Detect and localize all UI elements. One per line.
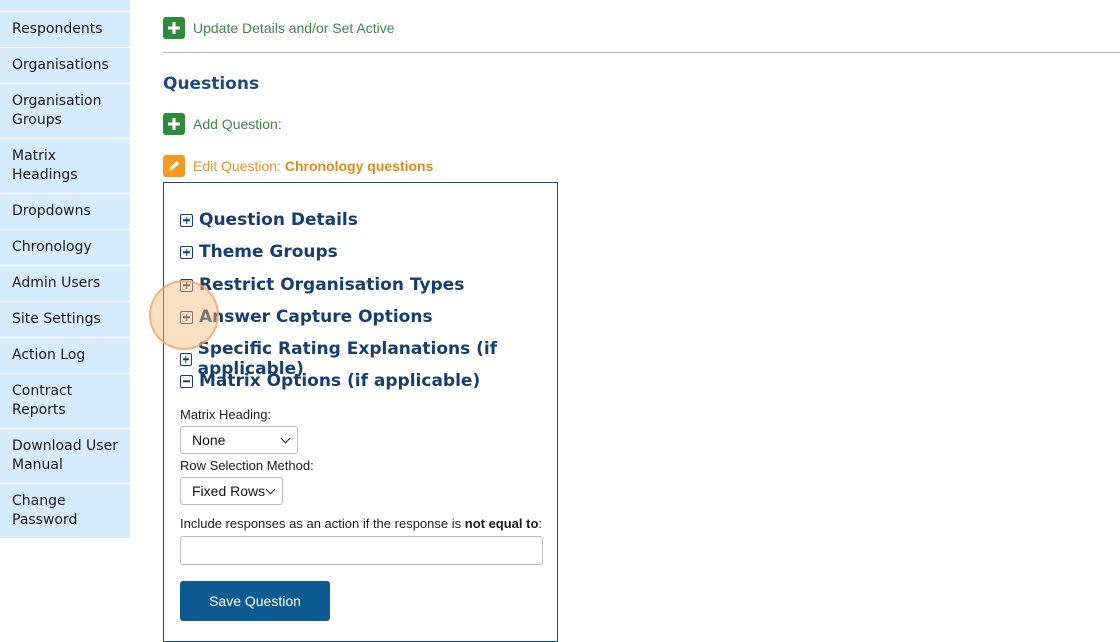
not-equal-to-input[interactable] (180, 536, 543, 565)
sidebar-item-respondents[interactable]: Respondents (0, 12, 130, 48)
sidebar-item-contract-reports[interactable]: Contract Reports (0, 374, 130, 429)
sidebar-item-matrix-headings[interactable]: Matrix Headings (0, 139, 130, 194)
expand-icon (180, 352, 192, 366)
accordion-label: Restrict Organisation Types (199, 275, 465, 295)
expand-icon (180, 278, 193, 292)
sidebar-item-label: Action Log (12, 347, 86, 363)
accordion-matrix-options[interactable]: Matrix Options (if applicable) (180, 371, 480, 391)
add-question-label: Add Question: (193, 116, 282, 132)
matrix-heading-label: Matrix Heading: (180, 407, 272, 422)
include-responses-label: Include responses as an action if the re… (180, 516, 542, 531)
accordion-label: Question Details (199, 210, 358, 230)
matrix-heading-select[interactable]: None (180, 426, 298, 454)
include-responses-bold: not equal to (464, 516, 539, 531)
sidebar-item-label: Admin Users (12, 275, 101, 291)
sidebar-item-label: Chronology (12, 239, 92, 255)
save-question-button[interactable]: Save Question (180, 581, 330, 621)
main-content: Update Details and/or Set Active Questio… (163, 0, 1120, 642)
sidebar-item-admin-users[interactable]: Admin Users (0, 266, 130, 302)
accordion-label: Theme Groups (199, 242, 338, 262)
sidebar-item-label: Respondents (12, 21, 103, 37)
sidebar-item-label: Organisation Groups (12, 93, 102, 128)
sidebar-item-change-password[interactable]: Change Password (0, 484, 130, 539)
sidebar-item-dropdowns[interactable]: Dropdowns (0, 194, 130, 230)
row-selection-value: Fixed Rows (192, 483, 266, 499)
update-details-link[interactable]: Update Details and/or Set Active (163, 17, 395, 39)
edit-question-prefix: Edit Question: (193, 158, 281, 174)
sidebar-item-label: Organisations (12, 57, 109, 73)
accordion-question-details[interactable]: Question Details (180, 210, 358, 230)
sidebar-item-label: Site Settings (12, 311, 101, 327)
matrix-heading-value: None (192, 432, 226, 448)
collapse-icon (180, 374, 193, 388)
row-selection-select[interactable]: Fixed Rows (180, 477, 283, 505)
update-details-label: Update Details and/or Set Active (193, 20, 395, 36)
sidebar-item-site-settings[interactable]: Site Settings (0, 302, 130, 338)
accordion-label: Matrix Options (if applicable) (199, 371, 481, 391)
sidebar-item-organisations[interactable]: Organisations (0, 48, 130, 84)
plus-icon (163, 113, 185, 135)
sidebar-item-download-user-manual[interactable]: Download User Manual (0, 429, 130, 484)
sidebar-item-organisation-groups[interactable]: Organisation Groups (0, 84, 130, 139)
chevron-down-icon (280, 433, 291, 444)
include-responses-suffix: : (538, 516, 543, 531)
pencil-icon (163, 155, 185, 177)
sidebar-item-label: Change Password (12, 493, 78, 528)
add-question-link[interactable]: Add Question: (163, 113, 282, 135)
expand-icon (180, 213, 193, 227)
plus-icon (163, 17, 185, 39)
include-responses-prefix: Include responses as an action if the re… (180, 516, 462, 531)
expand-icon (180, 245, 193, 259)
sidebar-item-label: Dropdowns (12, 203, 91, 219)
accordion-label: Answer Capture Options (199, 307, 433, 327)
chevron-down-icon (265, 484, 276, 495)
sidebar-item-chronology[interactable]: Chronology (0, 230, 130, 266)
expand-icon (180, 310, 193, 324)
sidebar-item-partial[interactable] (0, 0, 130, 12)
sidebar-item-action-log[interactable]: Action Log (0, 338, 130, 374)
sidebar-item-label: Download User Manual (12, 438, 118, 473)
edit-question-name: Chronology questions (284, 158, 434, 174)
row-selection-label: Row Selection Method: (180, 458, 314, 473)
sidebar-nav: Respondents Organisations Organisation G… (0, 0, 130, 539)
accordion-answer-capture-options[interactable]: Answer Capture Options (180, 307, 433, 327)
question-edit-panel: Question Details Theme Groups Restrict O… (163, 182, 558, 642)
edit-question-link[interactable]: Edit Question: Chronology questions (163, 155, 433, 177)
questions-heading: Questions (163, 74, 260, 94)
edit-question-label: Edit Question: Chronology questions (193, 158, 433, 174)
sidebar-item-label: Matrix Headings (12, 148, 78, 183)
accordion-theme-groups[interactable]: Theme Groups (180, 242, 338, 262)
section-divider (163, 52, 1120, 53)
accordion-restrict-organisation-types[interactable]: Restrict Organisation Types (180, 275, 464, 295)
sidebar-item-label: Contract Reports (12, 383, 73, 418)
